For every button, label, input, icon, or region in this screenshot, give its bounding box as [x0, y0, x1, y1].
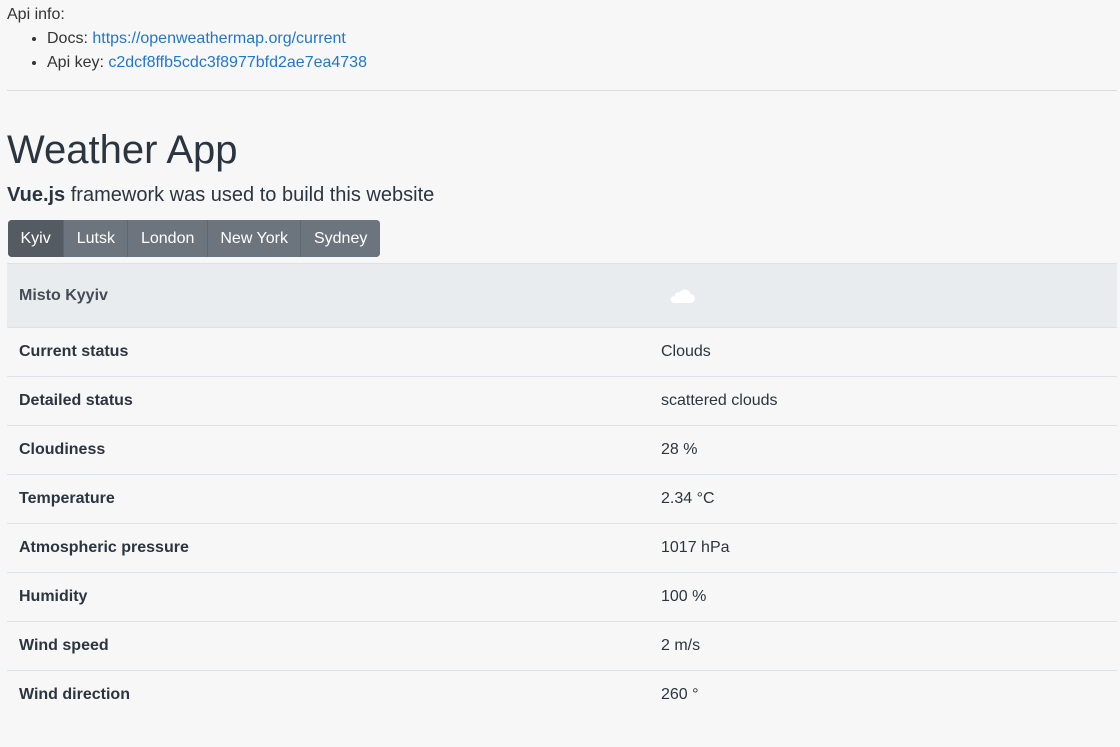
row-value: 28 %	[661, 441, 698, 458]
page-subtitle: Vue.js framework was used to build this …	[7, 182, 434, 208]
framework-name: Vue.js	[7, 184, 66, 206]
row-value: 2 m/s	[661, 637, 701, 654]
row-label: Detailed status	[19, 392, 133, 409]
divider	[7, 90, 1117, 91]
weather-table: Misto Kyyiv Current status Clouds Detail…	[7, 263, 1117, 720]
table-header: Misto Kyyiv	[7, 263, 1117, 328]
table-row: Humidity 100 %	[7, 573, 1117, 622]
row-label: Humidity	[19, 588, 88, 605]
api-docs-item: Docs: https://openweathermap.org/current	[47, 27, 367, 51]
row-label: Current status	[19, 343, 129, 360]
api-info: Api info: Docs: https://openweathermap.o…	[7, 3, 367, 75]
row-label: Wind direction	[19, 686, 130, 703]
city-button-new-york[interactable]: New York	[207, 220, 302, 257]
row-value: 260 °	[661, 686, 699, 703]
table-row: Wind speed 2 m/s	[7, 622, 1117, 671]
cloud-icon	[670, 289, 695, 304]
row-value: scattered clouds	[661, 392, 778, 409]
table-row: Wind direction 260 °	[7, 671, 1117, 720]
subtitle-text: framework was used to build this website	[70, 184, 435, 206]
row-value: Clouds	[661, 343, 711, 360]
row-value: 2.34 °C	[661, 490, 715, 507]
row-value: 1017 hPa	[661, 539, 730, 556]
table-row: Cloudiness 28 %	[7, 426, 1117, 475]
row-label: Cloudiness	[19, 441, 106, 458]
weather-app-page: Api info: Docs: https://openweathermap.o…	[0, 0, 1120, 747]
row-label: Atmospheric pressure	[19, 539, 189, 556]
api-key-link[interactable]: c2dcf8ffb5cdc3f8977bfd2ae7ea4738	[108, 54, 367, 71]
row-label: Wind speed	[19, 637, 109, 654]
api-info-list: Docs: https://openweathermap.org/current…	[7, 27, 367, 75]
row-label: Temperature	[19, 490, 115, 507]
api-info-heading: Api info:	[7, 6, 65, 23]
table-row: Detailed status scattered clouds	[7, 377, 1117, 426]
city-button-london[interactable]: London	[128, 220, 208, 257]
table-row: Temperature 2.34 °C	[7, 475, 1117, 524]
city-button-sydney[interactable]: Sydney	[301, 220, 380, 257]
table-row: Atmospheric pressure 1017 hPa	[7, 524, 1117, 573]
city-button-lutsk[interactable]: Lutsk	[64, 220, 129, 257]
api-docs-link[interactable]: https://openweathermap.org/current	[92, 30, 345, 47]
row-value: 100 %	[661, 588, 707, 605]
city-button-kyiv[interactable]: Kyiv	[8, 220, 65, 257]
page-title: Weather App	[7, 128, 238, 172]
table-row: Current status Clouds	[7, 328, 1117, 377]
api-docs-label: Docs:	[47, 30, 88, 47]
city-button-group: Kyiv Lutsk London New York Sydney	[8, 220, 380, 257]
api-key-item: Api key: c2dcf8ffb5cdc3f8977bfd2ae7ea473…	[47, 51, 367, 75]
api-key-label: Api key:	[47, 54, 104, 71]
city-name: Misto Kyyiv	[19, 287, 108, 304]
